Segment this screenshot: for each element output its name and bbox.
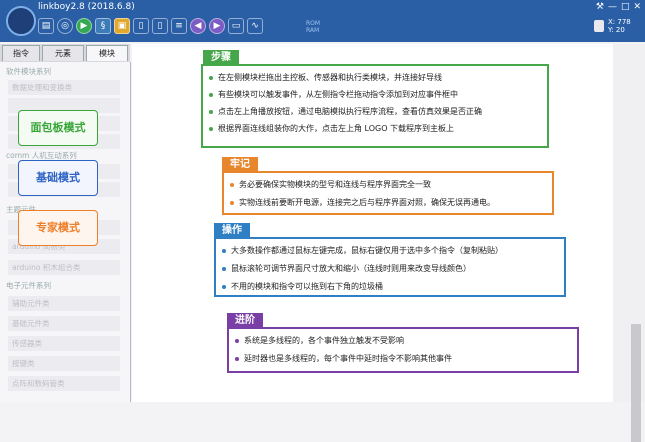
bullet-icon	[209, 75, 213, 80]
wrench-icon[interactable]: ⚒	[596, 2, 604, 12]
list-item: 鼠标滚轮可调节界面尺寸放大和缩小（连线时则用来改变导线颜色）	[222, 263, 471, 274]
list-item: 大多数操作都通过鼠标左键完成，鼠标右键仅用于选中多个指令（复制粘贴）	[222, 245, 503, 256]
bullet-icon	[222, 284, 226, 289]
bullet-icon	[235, 356, 239, 361]
tab-commands[interactable]: 指令	[2, 45, 40, 61]
bullet-icon	[222, 248, 226, 253]
python-icon[interactable]: §	[95, 18, 111, 34]
maximize-icon[interactable]: □	[621, 2, 630, 12]
title-bar: linkboy2.8 (2018.6.8) ▤ ◎ ▶ § ▣ ▯ ▯ ≡ ◀ …	[0, 0, 645, 42]
play-icon[interactable]: ▶	[76, 18, 92, 34]
scrollbar-thumb[interactable]	[631, 324, 641, 442]
list-item[interactable]: 数据处理和变换类	[8, 80, 120, 95]
toolbar: ▤ ◎ ▶ § ▣ ▯ ▯ ≡ ◀ ▶ ▭ ∿	[38, 18, 263, 38]
list-item: 在左侧模块栏拖出主控板、传感器和执行类模块，并连接好导线	[209, 72, 442, 83]
cursor-icon	[594, 20, 604, 32]
coord-y: Y: 20	[608, 26, 625, 34]
folder-open-icon[interactable]: ▤	[38, 18, 54, 34]
remember-header: 牢记	[222, 157, 258, 173]
list-item: 点击左上角播放按钮，通过电脑模拟执行程序流程，查看仿真效果是否正确	[209, 106, 482, 117]
vertical-scrollbar[interactable]	[613, 44, 645, 442]
advanced-header: 进阶	[227, 313, 263, 329]
tab-modules[interactable]: 模块	[86, 45, 128, 61]
steps-text: 根据界面连线组装你的大作，点击左上角 LOGO 下载程序到主板上	[218, 124, 455, 133]
list-item: 延时器也是多线程的，每个事件中延时指令不影响其他事件	[235, 353, 452, 364]
bullet-icon	[235, 338, 239, 343]
remember-text: 实物连线前要断开电源，连接完之后与程序界面对照，确保无误再通电。	[239, 198, 495, 207]
save-icon[interactable]: ▣	[114, 18, 130, 34]
list-item: 务必要确保实物模块的型号和连线与程序界面完全一致	[230, 179, 431, 190]
steps-text: 在左侧模块栏拖出主控板、传感器和执行类模块，并连接好导线	[218, 73, 442, 82]
bullet-icon	[230, 182, 234, 187]
list-item: 有些模块可以触发事件，从左侧指令栏拖动指令添加到对应事件框中	[209, 89, 458, 100]
bullet-icon	[209, 109, 213, 114]
expert-mode-button[interactable]: 专家模式	[18, 210, 98, 246]
list-item[interactable]: 按键类	[8, 356, 120, 371]
back-icon[interactable]: ◀	[190, 18, 206, 34]
tab-elements[interactable]: 元素	[42, 45, 84, 61]
operations-text: 大多数操作都通过鼠标左键完成，鼠标右键仅用于选中多个指令（复制粘贴）	[231, 246, 503, 255]
browser-icon[interactable]: ◎	[57, 18, 73, 34]
breadboard-mode-button[interactable]: 面包板模式	[18, 110, 98, 146]
remember-text: 务必要确保实物模块的型号和连线与程序界面完全一致	[239, 180, 431, 189]
list-item[interactable]: 基础元件类	[8, 316, 120, 331]
operations-header: 操作	[214, 223, 250, 239]
steps-text: 点击左上角播放按钮，通过电脑模拟执行程序流程，查看仿真效果是否正确	[218, 107, 482, 116]
module-sidebar: 软件模块系列 数据处理和变换类 comm 人机互动系列 主题元件 arduino…	[0, 62, 131, 402]
coord-x: X: 778	[608, 18, 631, 26]
bullet-icon	[209, 92, 213, 97]
doc-icon[interactable]: ▯	[133, 18, 149, 34]
list-item[interactable]: 辅助元件类	[8, 296, 120, 311]
steps-panel: 步骤 在左侧模块栏拖出主控板、传感器和执行类模块，并连接好导线 有些模块可以触发…	[201, 50, 549, 148]
list-item[interactable]: 点阵和数码管类	[8, 376, 120, 391]
list-icon[interactable]: ≡	[171, 18, 187, 34]
bullet-icon	[230, 200, 234, 205]
list-item: 根据界面连线组装你的大作，点击左上角 LOGO 下载程序到主板上	[209, 123, 454, 134]
monitor-icon[interactable]: ▭	[228, 18, 244, 34]
forward-icon[interactable]: ▶	[209, 18, 225, 34]
remember-panel: 牢记 务必要确保实物模块的型号和连线与程序界面完全一致 实物连线前要断开电源，连…	[222, 157, 554, 215]
doc-copy-icon[interactable]: ▯	[152, 18, 168, 34]
section-electronic: 电子元件系列	[6, 281, 51, 290]
steps-header: 步骤	[203, 50, 239, 66]
operations-text: 鼠标滚轮可调节界面尺寸放大和缩小（连线时则用来改变导线颜色）	[231, 264, 471, 273]
chart-icon[interactable]: ∿	[247, 18, 263, 34]
window-controls: ⚒ — □ ✕	[596, 2, 641, 12]
advanced-text: 系统是多线程的，各个事件独立触发不受影响	[244, 336, 404, 345]
bullet-icon	[222, 266, 226, 271]
list-item[interactable]: arduino 积木组合类	[8, 260, 120, 275]
section-software: 软件模块系列	[6, 67, 51, 76]
sidebar-tabs: 指令 元素 模块	[0, 44, 130, 62]
logo-icon[interactable]	[6, 6, 36, 36]
operations-panel: 操作 大多数操作都通过鼠标左键完成，鼠标右键仅用于选中多个指令（复制粘贴） 鼠标…	[214, 223, 566, 297]
list-item: 实物连线前要断开电源，连接完之后与程序界面对照，确保无误再通电。	[230, 197, 495, 208]
list-item: 不用的模块和指令可以拖到右下角的垃圾桶	[222, 281, 383, 292]
bullet-icon	[209, 126, 213, 131]
basic-mode-button[interactable]: 基础模式	[18, 160, 98, 196]
app-title: linkboy2.8 (2018.6.8)	[38, 2, 135, 12]
close-icon[interactable]: ✕	[633, 2, 641, 12]
list-item: 系统是多线程的，各个事件独立触发不受影响	[235, 335, 404, 346]
coordinate-readout: X: 778 Y: 20	[608, 18, 631, 34]
minimize-icon[interactable]: —	[608, 2, 617, 12]
list-item[interactable]: 传感器类	[8, 336, 120, 351]
steps-text: 有些模块可以触发事件，从左侧指令栏拖动指令添加到对应事件框中	[218, 90, 458, 99]
operations-text: 不用的模块和指令可以拖到右下角的垃圾桶	[231, 282, 383, 291]
memory-indicator: ROM RAM	[306, 20, 321, 34]
advanced-text: 延时器也是多线程的，每个事件中延时指令不影响其他事件	[244, 354, 452, 363]
advanced-panel: 进阶 系统是多线程的，各个事件独立触发不受影响 延时器也是多线程的，每个事件中延…	[227, 313, 579, 373]
